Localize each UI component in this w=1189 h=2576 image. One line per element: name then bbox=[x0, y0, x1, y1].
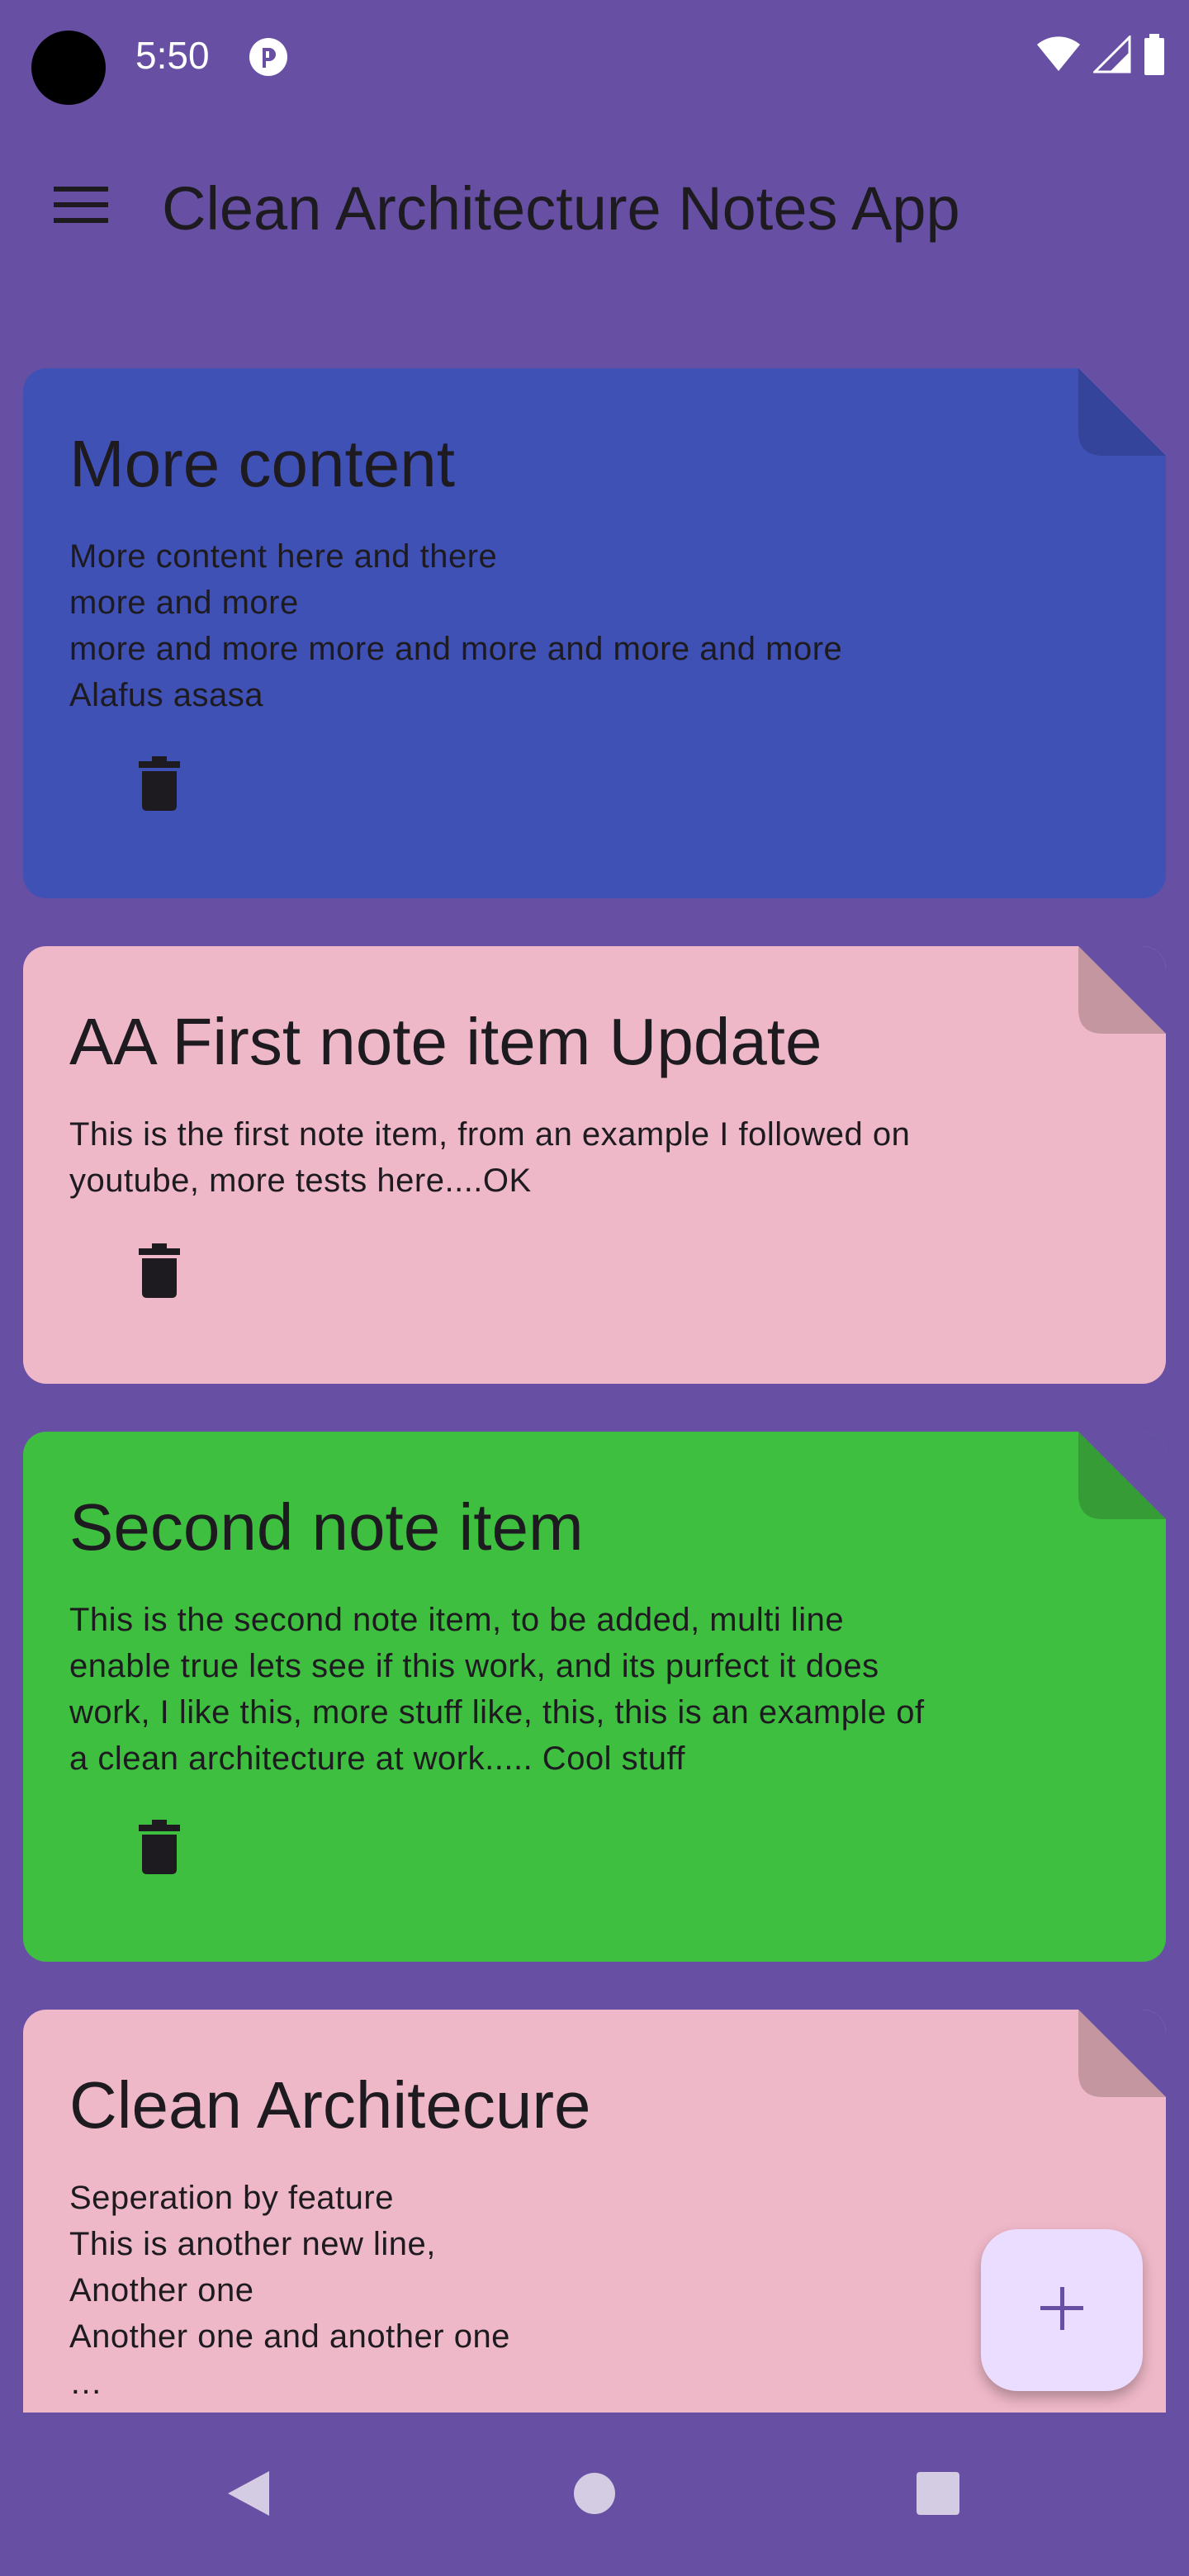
add-icon bbox=[1039, 2285, 1085, 2336]
delete-note-button[interactable] bbox=[114, 740, 205, 831]
nav-home-button[interactable] bbox=[545, 2446, 644, 2545]
fold-corner bbox=[1078, 946, 1166, 1034]
note-content: More content here and there more and mor… bbox=[69, 538, 843, 713]
note-card[interactable]: AA First note item Update This is the fi… bbox=[23, 946, 1166, 1384]
delete-note-button[interactable] bbox=[114, 1227, 205, 1318]
note-content: Seperation by feature This is another ne… bbox=[69, 2180, 510, 2401]
back-icon bbox=[225, 2469, 271, 2522]
note-title: More content bbox=[69, 427, 455, 500]
note-card[interactable]: Second note item This is the second note… bbox=[23, 1432, 1166, 1962]
home-icon bbox=[573, 2472, 616, 2519]
note-title: Second note item bbox=[69, 1490, 584, 1564]
trash-icon bbox=[139, 1243, 180, 1302]
delete-note-button[interactable] bbox=[114, 1803, 205, 1894]
note-title: Clean Architecure bbox=[69, 2068, 591, 2142]
trash-icon bbox=[139, 1819, 180, 1878]
note-content: This is the first note item, from an exa… bbox=[69, 1116, 911, 1199]
note-title: AA First note item Update bbox=[69, 1005, 822, 1078]
trash-icon bbox=[139, 755, 180, 815]
fold-corner bbox=[1078, 2010, 1166, 2097]
note-content: This is the second note item, to be adde… bbox=[69, 1602, 925, 1777]
system-nav-bar bbox=[0, 2413, 1189, 2576]
nav-recents-button[interactable] bbox=[888, 2446, 988, 2545]
add-note-button[interactable] bbox=[981, 2229, 1143, 2391]
fold-corner bbox=[1078, 368, 1166, 456]
fold-corner bbox=[1078, 1432, 1166, 1519]
recents-icon bbox=[916, 2471, 960, 2520]
note-list[interactable]: More content More content here and there… bbox=[0, 0, 1189, 2413]
nav-back-button[interactable] bbox=[198, 2446, 297, 2545]
